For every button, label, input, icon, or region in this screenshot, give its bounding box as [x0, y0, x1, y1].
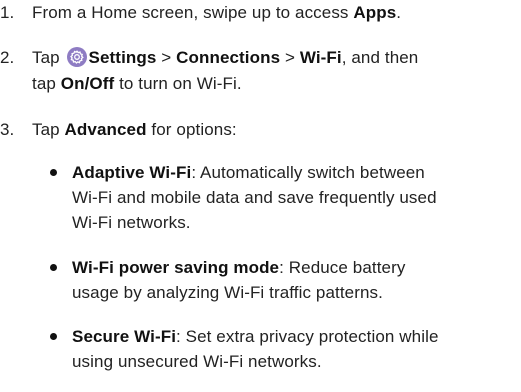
bullet-adaptive-wifi [50, 169, 57, 176]
bullet-power-saving [50, 264, 57, 271]
option-adaptive-wifi-desc-2: Wi-Fi and mobile data and save frequentl… [72, 188, 437, 207]
step-3-number: 3. [0, 120, 15, 139]
step-3-text: Tap Advanced for options: [32, 119, 237, 141]
step-3-text-a: Tap [32, 120, 65, 139]
apps-label: Apps [353, 3, 397, 22]
step-2-line-2: tap On/Off to turn on Wi-Fi. [32, 73, 242, 95]
step-1-text-a: From a Home screen, swipe up to access [32, 3, 354, 22]
option-secure-wifi-desc-2: using unsecured Wi-Fi networks. [72, 352, 322, 371]
option-adaptive-wifi-desc-3: Wi-Fi networks. [72, 213, 191, 232]
step-1-text: From a Home screen, swipe up to access A… [32, 2, 401, 24]
step-1-number: 1. [0, 3, 15, 22]
separator-2: > [280, 48, 300, 67]
step-1-text-b: . [396, 3, 402, 22]
option-adaptive-wifi-name: Adaptive Wi-Fi [72, 163, 192, 182]
step-2-line-1: Tap Settings > Connections > Wi-Fi, and … [32, 47, 418, 69]
option-power-saving-name: Wi-Fi power saving mode [72, 258, 280, 277]
on-off-label: On/Off [60, 74, 115, 93]
settings-gear-icon [66, 47, 87, 67]
option-power-saving-desc-1: : Reduce battery [279, 258, 406, 277]
option-secure-wifi-line-1: Secure Wi-Fi: Set extra privacy protecti… [72, 326, 439, 348]
option-secure-wifi-name: Secure Wi-Fi [72, 327, 177, 346]
option-power-saving-line-1: Wi-Fi power saving mode: Reduce battery [72, 257, 405, 279]
step-2-line-2-b: to turn on Wi-Fi. [114, 74, 242, 93]
separator-1: > [156, 48, 177, 67]
step-2-tail: , and then [341, 48, 419, 67]
step-2-tap: Tap [32, 48, 65, 67]
option-adaptive-wifi-desc-1: : Automatically switch between [191, 163, 425, 182]
connections-label: Connections [176, 48, 281, 67]
wifi-label: Wi-Fi [299, 48, 342, 67]
step-2-number: 2. [0, 48, 15, 67]
option-power-saving-desc-2: usage by analyzing Wi-Fi traffic pattern… [72, 283, 383, 302]
settings-label: Settings [88, 48, 157, 67]
step-3-text-b: for options: [146, 120, 237, 139]
bullet-secure-wifi [50, 333, 57, 340]
option-secure-wifi-desc-1: : Set extra privacy protection while [176, 327, 439, 346]
step-2-line-2-a: tap [32, 74, 61, 93]
advanced-label: Advanced [64, 120, 147, 139]
option-adaptive-wifi-line-1: Adaptive Wi-Fi: Automatically switch bet… [72, 162, 425, 184]
